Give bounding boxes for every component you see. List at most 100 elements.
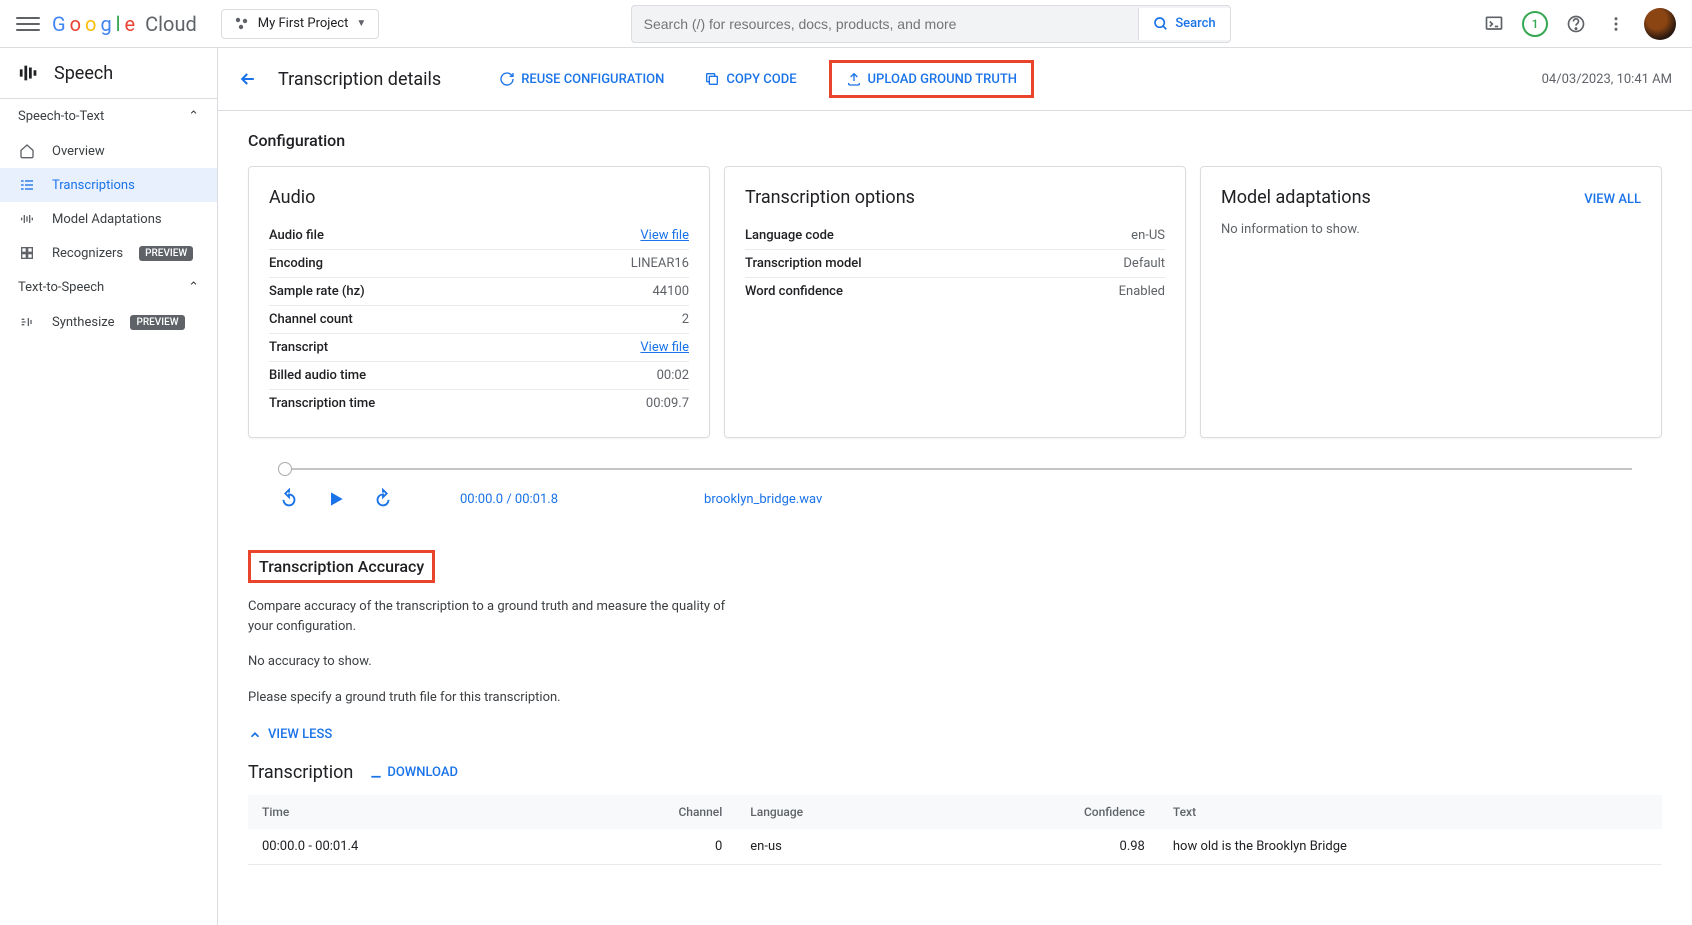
kv-key: Audio file <box>269 228 324 243</box>
audio-card: Audio Audio file View file Encoding LINEAR1… <box>248 166 710 438</box>
kv-row: Word confidence Enabled <box>745 278 1165 305</box>
view-file-link[interactable]: View file <box>640 340 689 355</box>
project-picker[interactable]: My First Project ▼ <box>221 9 380 39</box>
product-header: Speech <box>0 48 217 99</box>
table-cell: 0.98 <box>938 829 1159 865</box>
seek-track[interactable] <box>278 468 1632 470</box>
table-header: Confidence <box>938 795 1159 829</box>
search-input[interactable] <box>632 6 1139 42</box>
table-cell: 00:00.0 - 00:01.4 <box>248 829 557 865</box>
accuracy-description: Compare accuracy of the transcription to… <box>248 597 748 636</box>
top-header: GoogleCloud My First Project ▼ Search 1 <box>0 0 1692 48</box>
upload-ground-truth-button[interactable]: UPLOAD GROUND TRUTH <box>829 60 1034 98</box>
nav-section-tts[interactable]: Text-to-Speech ⌃ <box>0 270 217 305</box>
sidebar: Speech Speech-to-Text ⌃ Overview Transcr… <box>0 48 218 925</box>
search-button-label: Search <box>1175 16 1215 31</box>
back-arrow-icon[interactable] <box>238 69 258 89</box>
more-icon[interactable] <box>1604 12 1628 36</box>
view-all-link[interactable]: VIEW ALL <box>1584 192 1641 207</box>
chevron-down-icon: ▼ <box>356 18 366 29</box>
kv-row: Sample rate (hz) 44100 <box>269 278 689 306</box>
kv-value: 44100 <box>652 284 689 299</box>
kv-key: Channel count <box>269 312 353 327</box>
chevron-up-icon: ⌃ <box>188 280 199 295</box>
kv-row: Channel count 2 <box>269 306 689 334</box>
kv-key: Word confidence <box>745 284 843 299</box>
kv-row: Audio file View file <box>269 222 689 250</box>
chevron-up-icon: ⌃ <box>188 109 199 124</box>
view-file-link[interactable]: View file <box>640 228 689 243</box>
sidebar-item-transcriptions[interactable]: Transcriptions <box>0 168 217 202</box>
accuracy-title: Transcription Accuracy <box>248 550 435 583</box>
kv-value: en-US <box>1131 228 1165 243</box>
play-icon[interactable] <box>326 489 346 509</box>
adaptations-icon <box>18 210 36 228</box>
kv-key: Encoding <box>269 256 323 271</box>
options-card-title: Transcription options <box>745 187 1165 208</box>
replay-icon[interactable] <box>278 488 300 510</box>
kv-value: 2 <box>682 312 689 327</box>
table-cell: 0 <box>557 829 736 865</box>
specify-text: Please specify a ground truth file for t… <box>248 688 748 708</box>
google-cloud-logo[interactable]: GoogleCloud <box>52 12 197 36</box>
table-row: 00:00.0 - 00:01.40en-us0.98how old is th… <box>248 829 1662 865</box>
download-button[interactable]: DOWNLOAD <box>369 765 458 780</box>
configuration-title: Configuration <box>248 131 1662 150</box>
table-header: Time <box>248 795 557 829</box>
preview-badge: PREVIEW <box>130 315 184 330</box>
kv-key: Transcription time <box>269 396 375 411</box>
project-name: My First Project <box>258 16 349 31</box>
transcriptions-icon <box>18 176 36 194</box>
adaptations-card-title: Model adaptations <box>1221 187 1371 208</box>
cloud-shell-icon[interactable] <box>1482 12 1506 36</box>
copy-code-button[interactable]: COPY CODE <box>696 60 804 98</box>
table-header: Language <box>736 795 937 829</box>
user-avatar[interactable] <box>1644 8 1676 40</box>
kv-value: 00:02 <box>657 368 689 383</box>
kv-value: 00:09.7 <box>646 396 689 411</box>
kv-row: Billed audio time00:02 <box>269 362 689 390</box>
sidebar-item-recognizers[interactable]: Recognizers PREVIEW <box>0 236 217 270</box>
preview-badge: PREVIEW <box>139 246 193 261</box>
menu-icon[interactable] <box>16 12 40 36</box>
sidebar-item-overview[interactable]: Overview <box>0 134 217 168</box>
kv-row: Language codeen-US <box>745 222 1165 250</box>
page-header: Transcription details REUSE CONFIGURATIO… <box>218 48 1692 111</box>
filename-display: brooklyn_bridge.wav <box>704 492 822 507</box>
seek-thumb[interactable] <box>278 462 292 476</box>
no-info-text: No information to show. <box>1221 222 1641 237</box>
table-cell: how old is the Brooklyn Bridge <box>1159 829 1662 865</box>
product-name: Speech <box>54 63 113 84</box>
home-icon <box>18 142 36 160</box>
help-icon[interactable] <box>1564 12 1588 36</box>
options-card: Transcription options Language codeen-US… <box>724 166 1186 438</box>
table-header: Text <box>1159 795 1662 829</box>
view-less-button[interactable]: VIEW LESS <box>248 727 1662 742</box>
audio-player: 00:00.0 / 00:01.8 brooklyn_bridge.wav <box>248 468 1662 510</box>
main-content: Transcription details REUSE CONFIGURATIO… <box>218 48 1692 925</box>
kv-row: Encoding LINEAR16 <box>269 250 689 278</box>
kv-value: LINEAR16 <box>631 256 689 271</box>
audio-card-title: Audio <box>269 187 689 208</box>
forward-icon[interactable] <box>372 488 394 510</box>
time-display: 00:00.0 / 00:01.8 <box>460 492 558 507</box>
kv-key: Transcript <box>269 340 328 355</box>
recognizers-icon <box>18 244 36 262</box>
page-title: Transcription details <box>278 69 441 90</box>
reuse-configuration-button[interactable]: REUSE CONFIGURATION <box>491 60 672 98</box>
search-bar: Search <box>631 5 1231 43</box>
table-cell: en-us <box>736 829 937 865</box>
search-button[interactable]: Search <box>1138 8 1229 40</box>
synthesize-icon <box>18 313 36 331</box>
kv-value: Enabled <box>1119 284 1165 299</box>
notifications-badge[interactable]: 1 <box>1522 11 1548 37</box>
adaptations-card: Model adaptations VIEW ALL No informatio… <box>1200 166 1662 438</box>
kv-row: Transcription time 00:09.7 <box>269 390 689 417</box>
sidebar-item-model-adaptations[interactable]: Model Adaptations <box>0 202 217 236</box>
sidebar-item-synthesize[interactable]: Synthesize PREVIEW <box>0 305 217 339</box>
nav-section-stt[interactable]: Speech-to-Text ⌃ <box>0 99 217 134</box>
kv-row: Transcript View file <box>269 334 689 362</box>
table-header: Channel <box>557 795 736 829</box>
transcription-table: TimeChannelLanguageConfidenceText 00:00.… <box>248 795 1662 865</box>
kv-key: Sample rate (hz) <box>269 284 365 299</box>
